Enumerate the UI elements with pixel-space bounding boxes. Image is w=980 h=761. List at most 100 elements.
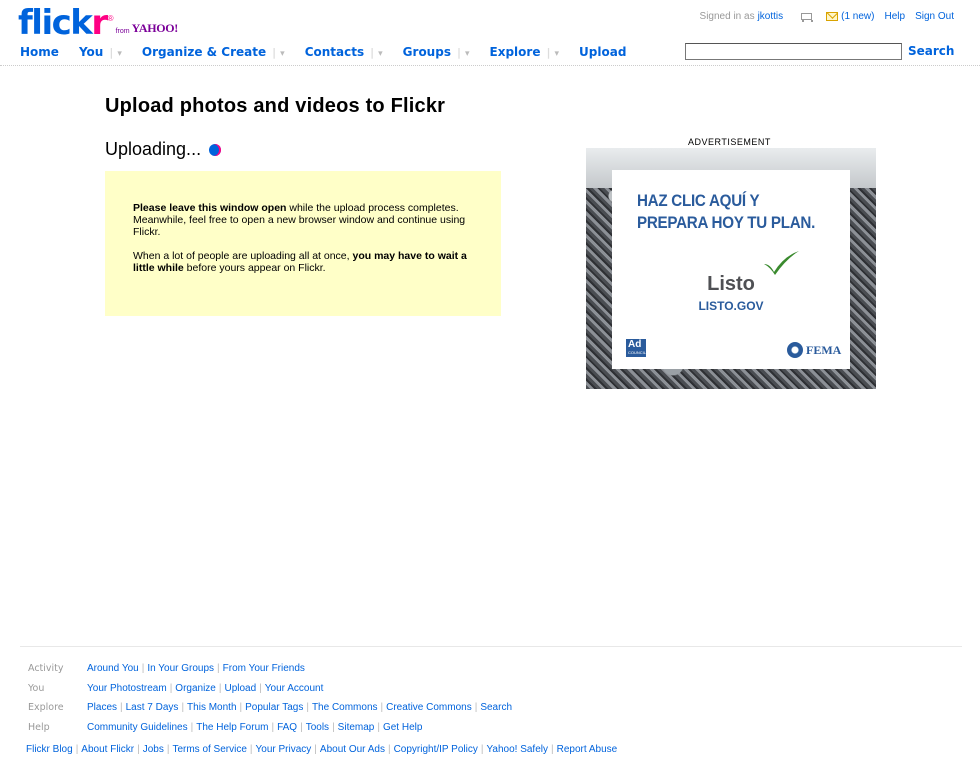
- footer-link-flickr-blog[interactable]: Flickr Blog: [26, 744, 73, 755]
- footer-link-jobs[interactable]: Jobs: [143, 744, 164, 755]
- footer-link-your-account[interactable]: Your Account: [265, 683, 324, 694]
- footer-link-copyright-ip-policy[interactable]: Copyright/IP Policy: [394, 744, 478, 755]
- footer-row-links: Community Guidelines | The Help Forum | FAQ |…: [87, 718, 422, 738]
- footer-link-sitemap[interactable]: Sitemap: [338, 722, 375, 733]
- logo-from: from: [115, 28, 130, 35]
- footer-link-your-photostream[interactable]: Your Photostream: [87, 683, 167, 694]
- sign-out-link[interactable]: Sign Out: [915, 11, 954, 22]
- chevron-down-icon[interactable]: ▾: [546, 46, 560, 59]
- footer-link-the-commons[interactable]: The Commons: [312, 702, 378, 713]
- cart-icon[interactable]: [799, 12, 814, 22]
- footer-link-faq[interactable]: FAQ: [277, 722, 297, 733]
- chevron-down-icon[interactable]: ▾: [272, 46, 285, 59]
- nav-you[interactable]: You: [79, 45, 103, 59]
- footer-separator: |: [137, 744, 140, 755]
- nav-groups[interactable]: Groups: [403, 45, 451, 59]
- upload-status-text: Uploading...: [105, 139, 202, 159]
- footer-separator: |: [239, 702, 243, 713]
- footer-link-about-our-ads[interactable]: About Our Ads: [320, 744, 385, 755]
- ad-brand-listo: Listo: [707, 273, 755, 295]
- logo-registered: ®: [107, 14, 114, 23]
- footer-separator: |: [259, 682, 262, 694]
- new-mail-link[interactable]: (1 new): [841, 11, 874, 22]
- footer-link-upload[interactable]: Upload: [224, 683, 256, 694]
- footer-separator: |: [169, 682, 173, 694]
- footer-separator: |: [75, 744, 79, 755]
- footer-row-label: Activity: [28, 663, 64, 674]
- notice-p2-end: before yours appear on Flickr.: [183, 262, 326, 274]
- nav-upload[interactable]: Upload: [579, 45, 626, 59]
- footer-separator: |: [474, 702, 478, 713]
- footer-separator: |: [332, 721, 335, 733]
- logo-r: r: [91, 3, 108, 43]
- logo-yahoo: YAHOO!: [131, 21, 179, 35]
- footer-link-around-you[interactable]: Around You: [87, 663, 139, 674]
- nav-explore[interactable]: Explore: [490, 45, 541, 59]
- nav-organize-create[interactable]: Organize & Create: [142, 45, 266, 59]
- footer-row-help: Help Community Guidelines | The Help Forum |…: [28, 718, 512, 738]
- ad-council-logo: Ad COUNCIL: [626, 339, 646, 357]
- footer-separator: |: [306, 702, 309, 713]
- footer-link-in-your-groups[interactable]: In Your Groups: [147, 663, 214, 674]
- footer-separator: |: [249, 744, 253, 755]
- footer-link-last-7-days[interactable]: Last 7 Days: [126, 702, 179, 713]
- footer-row-label: Explore: [28, 702, 64, 713]
- fema-text: FEMA: [806, 342, 842, 357]
- notice-p1-bold: Please leave this window open: [133, 202, 287, 214]
- footer-link-terms-of-service[interactable]: Terms of Service: [172, 744, 246, 755]
- footer-row-activity: Activity Around You | In Your Groups | From Y…: [28, 659, 512, 679]
- notice-paragraph-2: When a lot of people are uploading all a…: [133, 250, 473, 274]
- page-title: Upload photos and videos to Flickr: [105, 95, 446, 117]
- footer-separator: |: [181, 702, 185, 713]
- footer-link-yahoo-safely[interactable]: Yahoo! Safely: [486, 744, 548, 755]
- footer-row-links: Around You | In Your Groups | From Your Frie…: [87, 659, 305, 679]
- footer-link-search[interactable]: Search: [480, 702, 512, 713]
- search-button[interactable]: Search: [908, 44, 954, 58]
- footer-link-get-help[interactable]: Get Help: [383, 722, 422, 733]
- footer-row-label: Help: [28, 721, 50, 733]
- flickr-logo[interactable]: flickr ® from YAHOO!: [18, 6, 178, 40]
- advertisement-banner[interactable]: HAZ CLIC AQUÍ Y PREPARA HOY TU PLAN. Lis…: [586, 148, 876, 389]
- footer-link-report-abuse[interactable]: Report Abuse: [557, 744, 618, 755]
- ad-council-small-text: COUNCIL: [628, 350, 647, 355]
- footer-link-from-your-friends[interactable]: From Your Friends: [223, 663, 305, 674]
- footer-link-this-month[interactable]: This Month: [187, 702, 236, 713]
- footer-link-the-help-forum[interactable]: The Help Forum: [196, 722, 268, 733]
- footer-link-places[interactable]: Places: [87, 702, 117, 713]
- chevron-down-icon[interactable]: ▾: [457, 46, 470, 59]
- footer-separator: |: [190, 721, 194, 733]
- logo-flick: flick: [18, 3, 93, 43]
- footer-row-explore: Explore Places | Last 7 Days | This Month | Pop…: [28, 698, 512, 718]
- upload-notice-box: Please leave this window open while the …: [105, 171, 501, 316]
- upload-progress-dot-icon: [209, 143, 222, 156]
- footer-separator: |: [120, 702, 123, 713]
- footer-separator: |: [387, 744, 391, 755]
- ad-council-text: Ad: [628, 339, 642, 350]
- chevron-down-icon[interactable]: ▾: [370, 46, 383, 59]
- footer-link-your-privacy[interactable]: Your Privacy: [256, 744, 312, 755]
- footer-link-community-guidelines[interactable]: Community Guidelines: [87, 722, 188, 733]
- nav-contacts[interactable]: Contacts: [305, 45, 364, 59]
- mail-icon[interactable]: [826, 12, 839, 21]
- help-link[interactable]: Help: [885, 11, 906, 22]
- footer-link-about-flickr[interactable]: About Flickr: [81, 744, 134, 755]
- signed-in-label: Signed in as: [699, 11, 755, 22]
- nav-home[interactable]: Home: [20, 45, 59, 59]
- footer-bottom-links: Flickr Blog | About Flickr | Jobs | Terms of S…: [26, 744, 617, 755]
- footer-link-organize[interactable]: Organize: [175, 683, 216, 694]
- notice-paragraph-1: Please leave this window open while the …: [133, 202, 473, 238]
- footer-separator: |: [217, 663, 220, 674]
- footer-link-popular-tags[interactable]: Popular Tags: [245, 702, 303, 713]
- advertisement-label: ADVERTISEMENT: [688, 137, 771, 147]
- fema-seal-icon: [787, 342, 803, 358]
- footer-link-creative-commons[interactable]: Creative Commons: [386, 702, 472, 713]
- ad-headline-line-2: PREPARA HOY TU PLAN.: [637, 214, 816, 232]
- username-link[interactable]: jkottis: [758, 11, 784, 22]
- footer-separator: |: [377, 721, 380, 733]
- footer-separator: |: [141, 663, 145, 674]
- footer-link-tools[interactable]: Tools: [306, 722, 329, 733]
- search-input[interactable]: [685, 43, 902, 60]
- footer-separator: |: [218, 682, 222, 694]
- footer-divider: [20, 646, 962, 647]
- chevron-down-icon[interactable]: ▾: [109, 46, 122, 59]
